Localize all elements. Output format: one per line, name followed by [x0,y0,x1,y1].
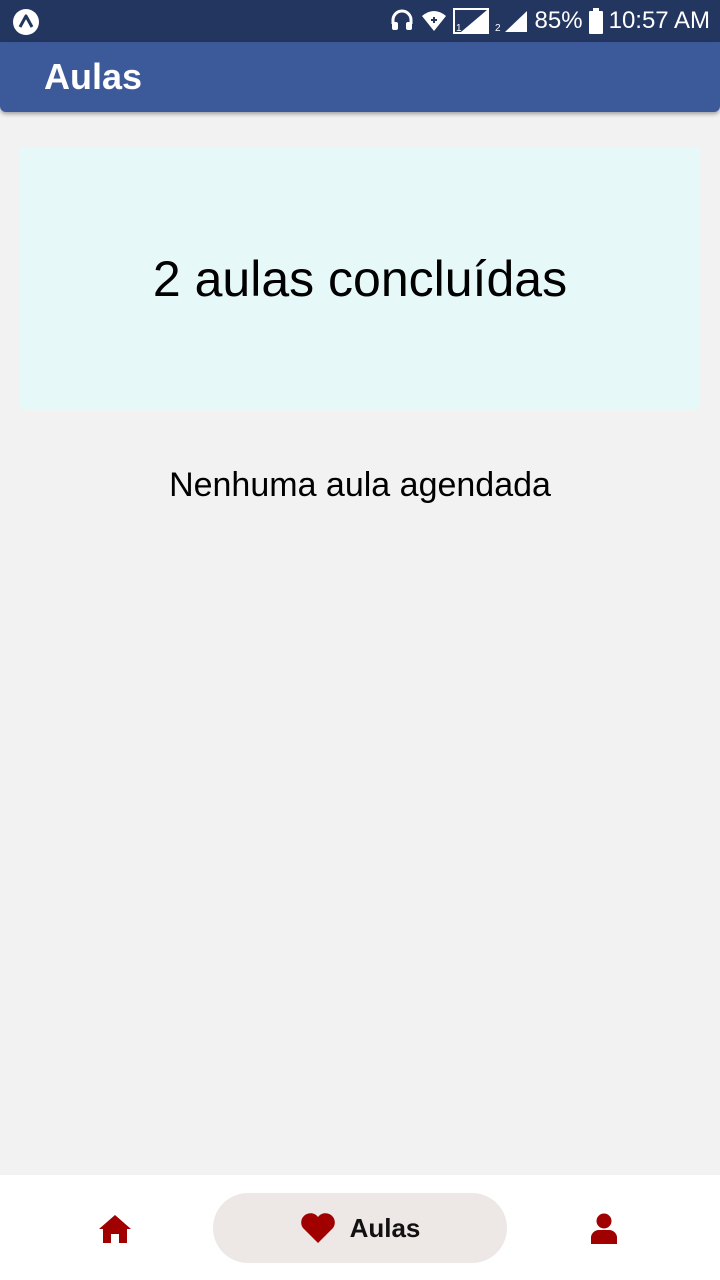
svg-text:1: 1 [456,23,462,34]
home-icon [99,1215,131,1243]
bottom-nav: Aulas [0,1175,720,1280]
no-scheduled-lessons-text: Nenhuma aula agendada [169,466,551,504]
nav-home-button[interactable] [94,1211,136,1247]
completed-lessons-card: 2 aulas concluídas [20,148,700,410]
nav-aulas-button[interactable]: Aulas [213,1193,507,1263]
wifi-icon [421,9,447,33]
battery-icon [588,8,603,34]
status-bar: 1 2 85% 10:57 AM [0,0,720,42]
clock: 10:57 AM [608,7,710,34]
heart-icon [300,1213,335,1243]
app-bar: Aulas [0,42,720,112]
app-launcher-icon [12,8,40,36]
status-icons: 1 2 85% 10:57 AM [389,0,710,42]
headset-icon [389,8,415,34]
nav-profile-button[interactable] [586,1211,622,1247]
svg-text:2: 2 [495,23,501,34]
completed-lessons-text: 2 aulas concluídas [152,251,568,307]
nav-aulas-label: Aulas [349,1212,421,1243]
battery-percent: 85% [534,7,583,34]
user-icon [591,1213,617,1244]
page-title: Aulas [44,56,143,97]
signal-icon: 1 [452,8,489,34]
signal-icon: 2 [495,8,529,34]
